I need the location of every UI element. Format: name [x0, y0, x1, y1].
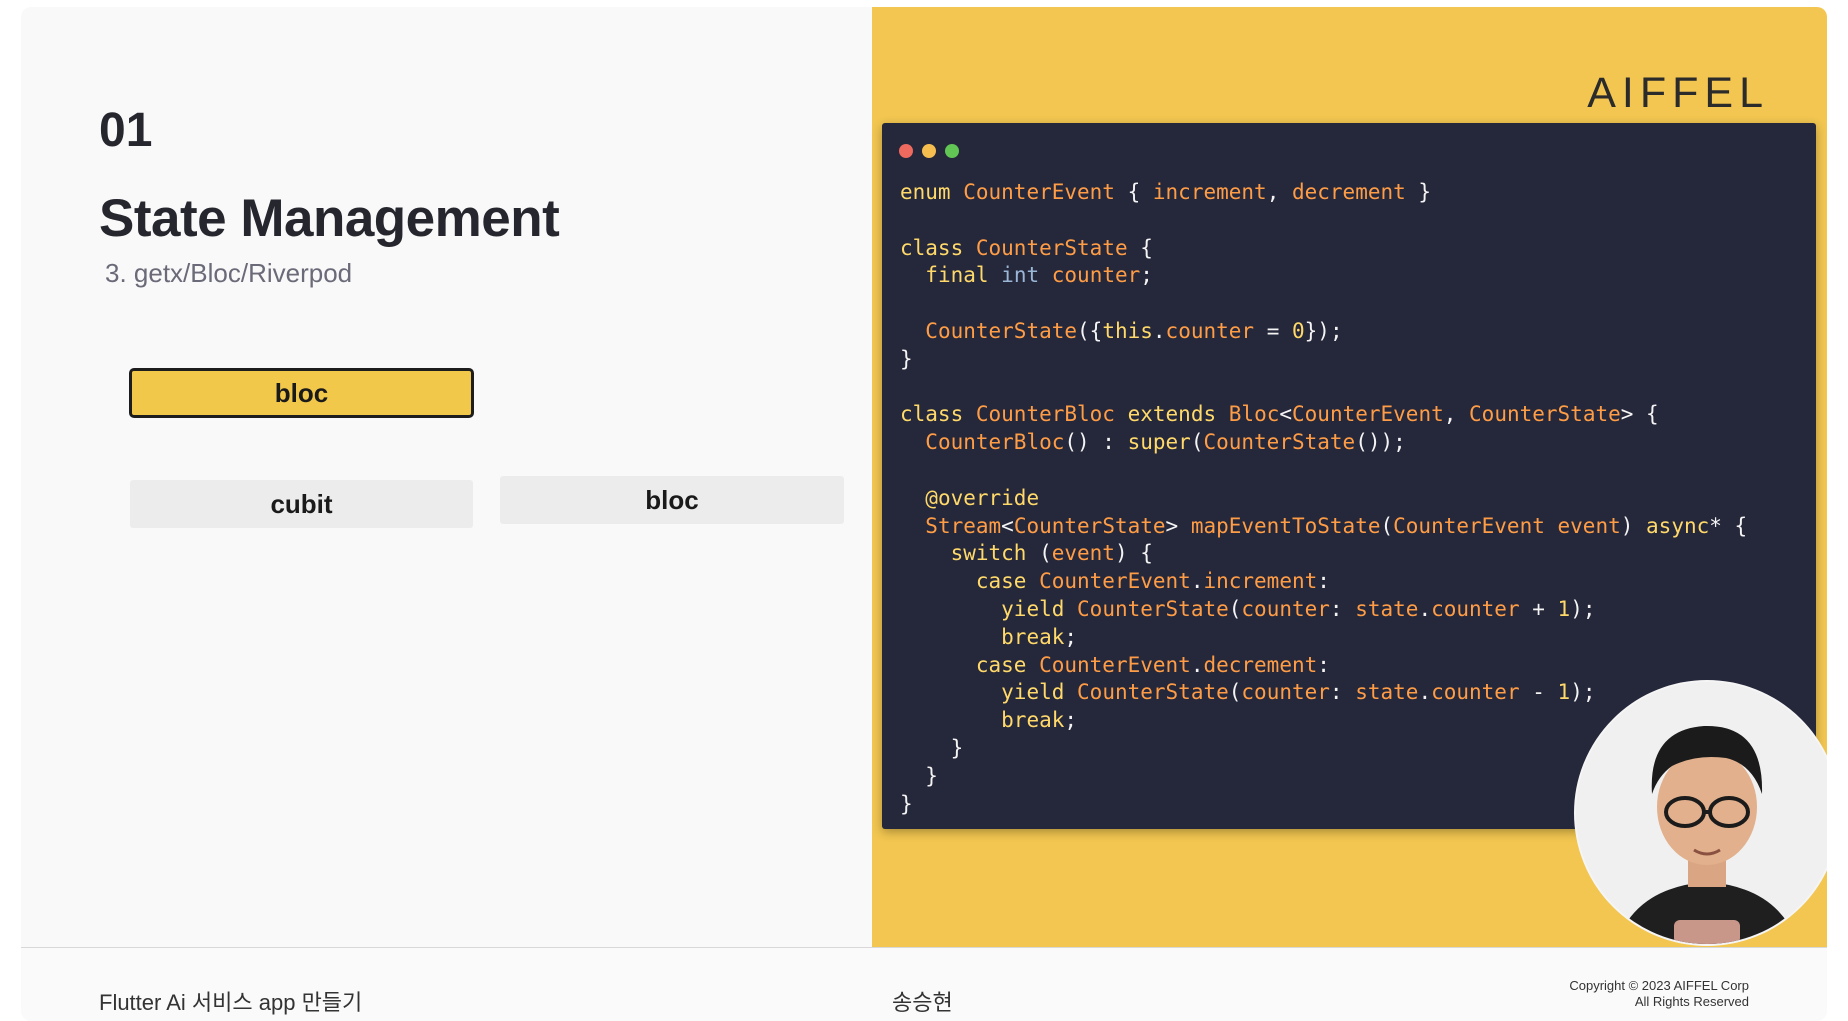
bloc-button-active: bloc [129, 368, 474, 418]
copyright-line-2: All Rights Reserved [1634, 994, 1749, 1009]
presenter-photo-icon [1576, 682, 1827, 944]
slide: 01 State Management 3. getx/Bloc/Riverpo… [21, 7, 1827, 1021]
aiffel-logo: AIFFEL [1587, 69, 1769, 117]
presenter-name: 송승현 [892, 990, 953, 1015]
minimize-dot-icon [922, 144, 936, 158]
presenter-avatar [1574, 680, 1827, 946]
close-dot-icon [899, 144, 913, 158]
copyright: Copyright © 2023 AIFFEL Corp All Rights … [1569, 978, 1749, 1010]
course-title: Flutter Ai 서비스 app 만들기 [99, 990, 363, 1015]
slide-subtitle: 3. getx/Bloc/Riverpod [105, 258, 353, 288]
slide-footer: Flutter Ai 서비스 app 만들기 송승현 Copyright © 2… [21, 947, 1827, 1021]
maximize-dot-icon [945, 144, 959, 158]
copyright-line-1: Copyright © 2023 AIFFEL Corp [1569, 978, 1749, 993]
slide-left-panel: 01 State Management 3. getx/Bloc/Riverpo… [21, 7, 871, 947]
section-number: 01 [99, 104, 153, 157]
bloc-button: bloc [500, 476, 844, 524]
cubit-button: cubit [130, 480, 473, 528]
slide-title: State Management [99, 189, 560, 248]
